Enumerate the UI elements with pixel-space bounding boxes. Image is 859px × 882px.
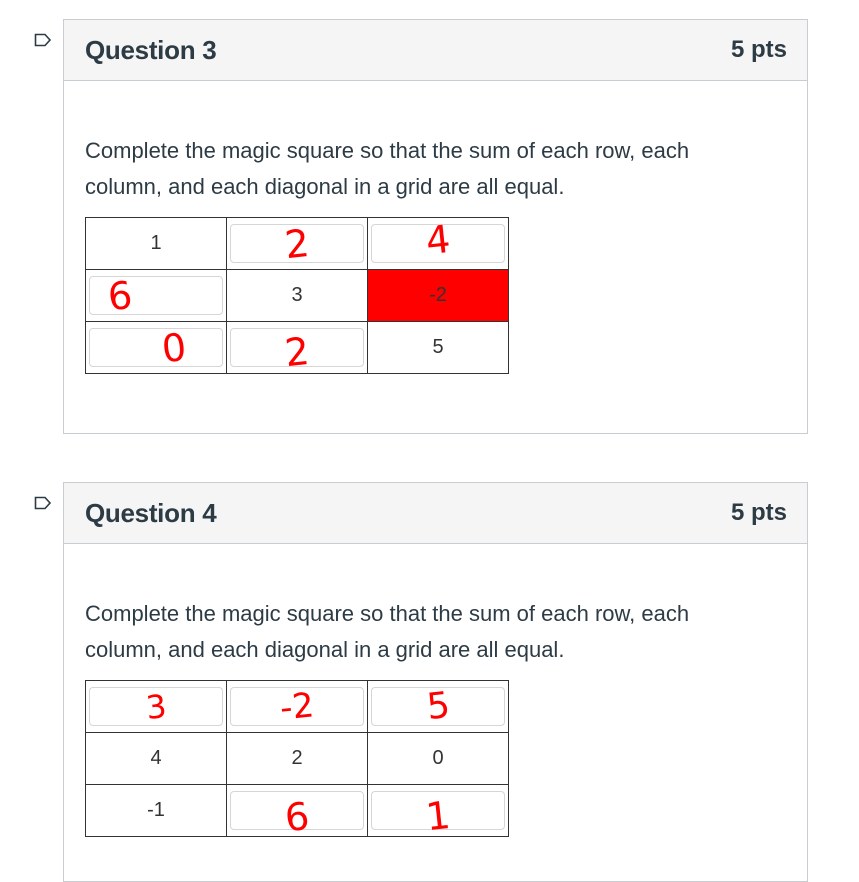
- question-title: Question 3: [85, 34, 217, 65]
- question-card: Question 4 5 pts Complete the magic squa…: [63, 482, 808, 882]
- question-header: Question 3 5 pts: [64, 20, 807, 81]
- answer-cell[interactable]: 4: [367, 217, 509, 270]
- answer-cell[interactable]: 6: [85, 269, 227, 322]
- highlighted-given-cell: -2: [367, 269, 509, 322]
- answer-input[interactable]: [230, 224, 364, 263]
- grid-row: 6 3 -2: [85, 269, 509, 322]
- grid-row: 1 2 4: [85, 217, 509, 270]
- answer-input[interactable]: [89, 328, 223, 367]
- question-card: Question 3 5 pts Complete the magic squa…: [63, 19, 808, 434]
- answer-cell[interactable]: 3: [85, 680, 227, 733]
- answer-input[interactable]: [230, 791, 364, 830]
- flag-question-icon[interactable]: [34, 33, 52, 47]
- grid-row: 0 2 5: [85, 321, 509, 375]
- question-header: Question 4 5 pts: [64, 483, 807, 544]
- given-cell: 2: [226, 732, 368, 785]
- grid-row: -1 6 1: [85, 784, 509, 840]
- given-cell: -1: [85, 784, 227, 837]
- given-cell: 5: [367, 321, 509, 374]
- magic-square-grid: 1 2 4 6 3 -2 0 2 5: [85, 217, 509, 375]
- answer-input[interactable]: [89, 687, 223, 726]
- given-cell: 1: [85, 217, 227, 270]
- grid-row: 3 -2 5: [85, 680, 509, 733]
- answer-input[interactable]: [371, 687, 505, 726]
- flag-question-icon[interactable]: [34, 496, 52, 510]
- answer-cell[interactable]: 0: [85, 321, 227, 374]
- question-points: 5 pts: [730, 499, 787, 526]
- answer-cell[interactable]: 2: [226, 321, 368, 375]
- grid-row: 4 2 0: [85, 732, 509, 785]
- question-text: Complete the magic square so that the su…: [85, 138, 690, 199]
- question-points: 5 pts: [730, 36, 787, 63]
- answer-input[interactable]: [230, 328, 364, 367]
- answer-input[interactable]: [230, 687, 364, 726]
- given-cell: 4: [85, 732, 227, 785]
- answer-cell[interactable]: -2: [226, 680, 368, 733]
- magic-square-grid: 3 -2 5 4 2 0 -1 6 1: [85, 680, 509, 840]
- answer-cell[interactable]: 2: [226, 217, 368, 270]
- question-title: Question 4: [85, 497, 217, 528]
- answer-cell[interactable]: 5: [367, 680, 509, 733]
- answer-cell[interactable]: 1: [367, 784, 509, 839]
- answer-cell[interactable]: 6: [226, 784, 368, 840]
- answer-input[interactable]: [371, 224, 505, 263]
- given-cell: 3: [226, 269, 368, 322]
- given-cell: 0: [367, 732, 509, 785]
- question-text: Complete the magic square so that the su…: [85, 601, 690, 662]
- answer-input[interactable]: [371, 791, 505, 830]
- answer-input[interactable]: [89, 276, 223, 315]
